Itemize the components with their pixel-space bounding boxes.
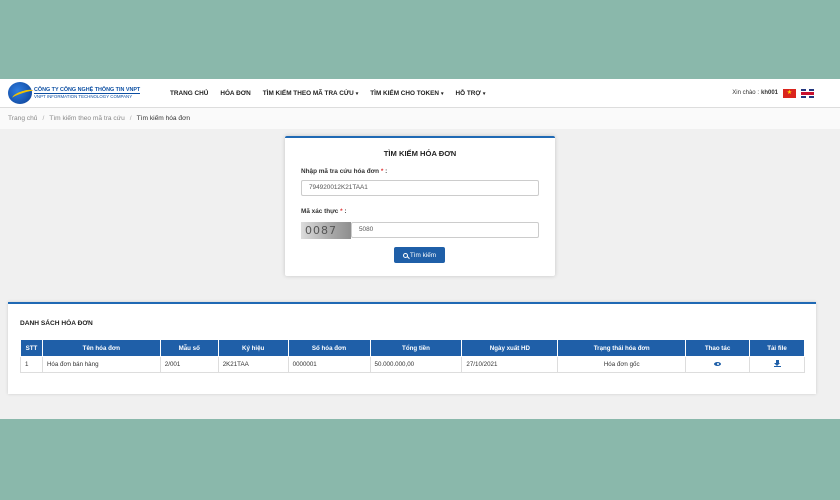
user-area: Xin chào : kh001 ★ — [732, 88, 814, 98]
col-header-total[interactable]: Tổng tiền — [369, 339, 463, 357]
required-mark: * — [340, 208, 343, 215]
cell-stt: 1 — [20, 356, 43, 373]
chevron-down-icon: ▾ — [355, 90, 359, 97]
nav-search-by-code[interactable]: TÌM KIẾM THEO MÃ TRA CỨU ▾ — [257, 90, 365, 97]
cell-number: 0000001 — [287, 356, 371, 373]
cell-status: Hóa đơn gốc — [557, 356, 687, 373]
breadcrumb-separator: / — [42, 115, 45, 122]
company-name-en: VNPT INFORMATION TECHNOLOGY COMPANY — [34, 93, 141, 99]
col-header-status[interactable]: Trạng thái hóa đơn — [557, 339, 687, 357]
vietnam-flag-icon[interactable]: ★ — [783, 88, 796, 98]
greeting-label: Xin chào : — [732, 90, 759, 96]
search-button[interactable]: Tìm kiếm — [394, 247, 445, 263]
download-icon[interactable] — [773, 360, 781, 367]
col-header-download: Tải file — [749, 339, 805, 357]
col-header-name[interactable]: Tên hóa đơn — [41, 339, 161, 357]
required-mark: * — [380, 168, 384, 175]
main-menu: TRANG CHỦ HÓA ĐƠN TÌM KIẾM THEO MÃ TRA C… — [164, 90, 491, 97]
table-row[interactable]: 1 Hóa đơn bán hàng 2/001 2K21TAA 0000001… — [20, 356, 805, 373]
cell-total: 50.000.000,00 — [369, 356, 463, 373]
invoice-list-title: DANH SÁCH HÓA ĐƠN — [20, 320, 93, 327]
nav-invoice[interactable]: HÓA ĐƠN — [214, 90, 256, 97]
nav-support[interactable]: HỖ TRỢ ▾ — [450, 90, 492, 97]
captcha-image: 0087 — [301, 222, 351, 239]
invoice-table: STT Tên hóa đơn Mẫu số Ký hiệu Số hóa đơ… — [20, 339, 805, 373]
breadcrumb: Trang chủ / Tìm kiếm theo mã tra cứu / T… — [0, 108, 840, 129]
search-panel-title: TÌM KIẾM HÓA ĐƠN — [383, 149, 457, 158]
username[interactable]: kh001 — [761, 90, 778, 96]
cell-date: 27/10/2021 — [461, 356, 559, 373]
nav-search-token[interactable]: TÌM KIẾM CHO TOKEN ▾ — [364, 90, 449, 97]
captcha-label: Mã xác thực * : — [301, 208, 347, 215]
search-icon — [402, 252, 408, 258]
search-button-label: Tìm kiếm — [409, 251, 437, 259]
table-header-row: STT Tên hóa đơn Mẫu số Ký hiệu Số hóa đơ… — [20, 339, 805, 357]
invoice-list-panel: DANH SÁCH HÓA ĐƠN STT Tên hóa đơn Mẫu số… — [8, 302, 816, 394]
app-window: CÔNG TY CÔNG NGHỆ THÔNG TIN VNPT VNPT IN… — [0, 79, 840, 419]
col-header-number[interactable]: Số hóa đơn — [287, 339, 371, 357]
col-header-symbol[interactable]: Ký hiệu — [217, 339, 289, 357]
col-header-actions: Thao tác — [685, 339, 750, 357]
lookup-code-input[interactable]: 794920012K21TAA1 — [301, 180, 539, 196]
vnpt-logo[interactable]: CÔNG TY CÔNG NGHỆ THÔNG TIN VNPT VNPT IN… — [8, 82, 158, 104]
captcha-input[interactable]: 5080 — [351, 222, 539, 238]
vnpt-logo-icon — [8, 82, 32, 104]
breadcrumb-search-by-code[interactable]: Tìm kiếm theo mã tra cứu — [49, 115, 125, 122]
top-navbar: CÔNG TY CÔNG NGHỆ THÔNG TIN VNPT VNPT IN… — [0, 79, 840, 108]
breadcrumb-current: Tìm kiếm hóa đơn — [136, 115, 191, 122]
col-header-form[interactable]: Mẫu số — [159, 339, 219, 357]
breadcrumb-home[interactable]: Trang chủ — [8, 115, 37, 122]
cell-name: Hóa đơn bán hàng — [41, 356, 161, 373]
col-header-stt[interactable]: STT — [20, 339, 43, 357]
search-invoice-panel: TÌM KIẾM HÓA ĐƠN Nhập mã tra cứu hóa đơn… — [285, 136, 555, 276]
nav-home[interactable]: TRANG CHỦ — [164, 90, 214, 97]
lookup-code-label: Nhập mã tra cứu hóa đơn * : — [301, 168, 388, 175]
col-header-date[interactable]: Ngày xuất HD — [461, 339, 559, 357]
chevron-down-icon: ▾ — [482, 90, 486, 97]
chevron-down-icon: ▾ — [441, 90, 444, 97]
eye-icon[interactable] — [714, 362, 722, 366]
cell-form: 2/001 — [159, 356, 219, 373]
cell-symbol: 2K21TAA — [217, 356, 289, 373]
uk-flag-icon[interactable] — [801, 88, 814, 98]
breadcrumb-separator: / — [129, 115, 132, 122]
cell-download — [749, 356, 805, 373]
cell-actions — [685, 356, 750, 373]
